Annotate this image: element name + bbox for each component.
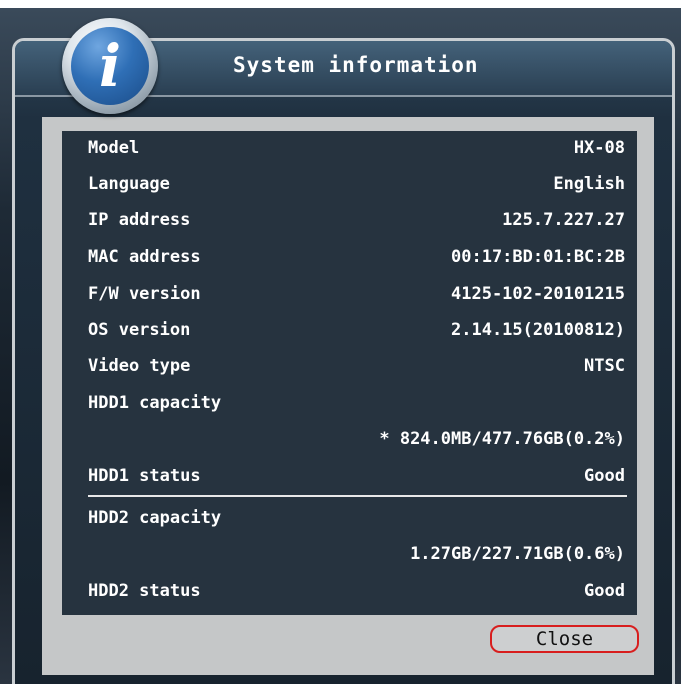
row-hdd2-capacity: HDD2 capacity <box>88 504 625 532</box>
row-value: 125.7.227.27 <box>502 210 625 230</box>
row-hdd1-capacity: HDD1 capacity <box>88 389 625 417</box>
row-fw-version: F/W version 4125-102-20101215 <box>88 280 625 308</box>
row-label: OS version <box>88 320 191 340</box>
row-value: 2.14.15(20100812) <box>451 320 625 340</box>
row-value: English <box>553 174 625 194</box>
dialog-title: System information <box>233 53 479 77</box>
row-label: Language <box>88 174 170 194</box>
row-value: NTSC <box>584 356 625 376</box>
row-hdd1-capacity-value: * 824.0MB/477.76GB(0.2%) <box>88 425 625 453</box>
row-value: Good <box>584 466 625 486</box>
row-label: Video type <box>88 356 191 376</box>
row-label: IP address <box>88 210 191 230</box>
row-value: * 824.0MB/477.76GB(0.2%) <box>379 429 625 449</box>
hdd-divider <box>88 495 627 497</box>
row-label: HDD2 capacity <box>88 508 222 528</box>
row-value: 4125-102-20101215 <box>451 284 625 304</box>
info-icon-glyph: i <box>71 27 149 105</box>
row-language: Language English <box>88 170 625 198</box>
close-button[interactable]: Close <box>490 625 639 653</box>
row-label: HDD1 capacity <box>88 393 222 413</box>
row-label: MAC address <box>88 247 201 267</box>
row-hdd2-capacity-value: 1.27GB/227.71GB(0.6%) <box>88 540 625 568</box>
row-os-version: OS version 2.14.15(20100812) <box>88 316 625 344</box>
row-label: HDD1 status <box>88 466 201 486</box>
row-hdd2-status: HDD2 status Good <box>88 577 625 605</box>
info-panel: Model HX-08 Language English IP address … <box>62 131 637 615</box>
row-value: HX-08 <box>573 138 625 158</box>
row-label: F/W version <box>88 284 201 304</box>
row-mac-address: MAC address 00:17:BD:01:BC:2B <box>88 243 625 271</box>
row-label: HDD2 status <box>88 581 201 601</box>
row-ip-address: IP address 125.7.227.27 <box>88 206 625 234</box>
row-label: Model <box>88 138 140 158</box>
row-value: Good <box>584 581 625 601</box>
info-icon: i <box>62 18 158 114</box>
row-hdd1-status: HDD1 status Good <box>88 462 625 490</box>
row-value: 00:17:BD:01:BC:2B <box>451 247 625 267</box>
row-video-type: Video type NTSC <box>88 352 625 380</box>
row-model: Model HX-08 <box>88 134 625 162</box>
row-value: 1.27GB/227.71GB(0.6%) <box>410 544 625 564</box>
